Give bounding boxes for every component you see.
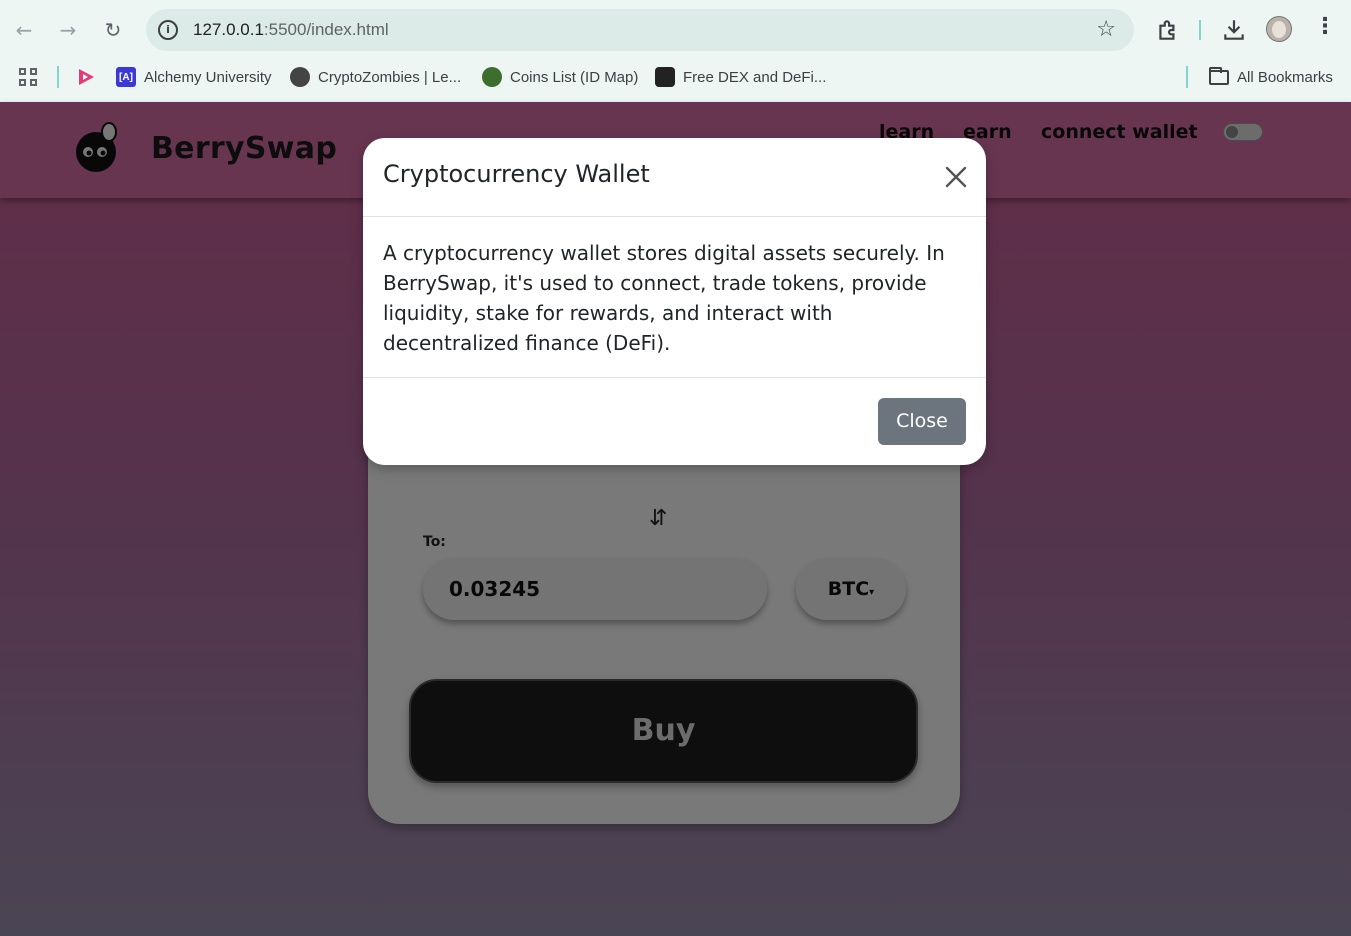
url-path: :5500/index.html: [263, 20, 389, 39]
play-icon: [79, 69, 94, 85]
modal-title: Cryptocurrency Wallet: [383, 160, 650, 188]
bookmark-coins-list[interactable]: Coins List (ID Map): [482, 66, 638, 88]
bookmark-label: Free DEX and DeFi...: [683, 68, 827, 86]
dex-icon: [655, 67, 675, 87]
apps-grid-icon[interactable]: [19, 68, 37, 86]
modal-footer: Close: [363, 377, 986, 465]
profile-avatar[interactable]: [1266, 16, 1292, 42]
site-info-icon[interactable]: i: [158, 20, 178, 40]
bookmark-alchemy[interactable]: [A] Alchemy University: [116, 66, 272, 88]
alchemy-icon: [A]: [116, 67, 136, 87]
folder-icon: [1209, 66, 1229, 85]
bookmarks-divider: [1186, 66, 1188, 88]
all-bookmarks[interactable]: All Bookmarks: [1209, 66, 1333, 88]
bookmark-play[interactable]: [76, 66, 96, 88]
bookmark-label: Coins List (ID Map): [510, 68, 639, 86]
wallet-info-modal: Cryptocurrency Wallet A cryptocurrency w…: [363, 138, 986, 465]
coingecko-icon: [482, 67, 502, 87]
modal-header: Cryptocurrency Wallet: [363, 138, 986, 217]
back-icon[interactable]: ←: [10, 16, 38, 44]
bookmark-label: Alchemy University: [144, 68, 272, 86]
url-host: 127.0.0.1: [193, 20, 264, 39]
bookmarks-divider: [57, 66, 59, 88]
toolbar-divider: [1199, 20, 1201, 40]
address-bar[interactable]: i 127.0.0.1:5500/index.html ☆: [146, 9, 1134, 51]
bookmark-cryptozombies[interactable]: CryptoZombies | Le...: [290, 66, 461, 88]
all-bookmarks-label: All Bookmarks: [1237, 68, 1333, 86]
forward-icon[interactable]: →: [54, 16, 82, 44]
bookmark-star-icon[interactable]: ☆: [1096, 17, 1116, 42]
close-button[interactable]: Close: [878, 398, 966, 445]
modal-body-text: A cryptocurrency wallet stores digital a…: [383, 241, 945, 355]
url-text[interactable]: 127.0.0.1:5500/index.html: [193, 20, 389, 40]
download-icon[interactable]: [1221, 17, 1247, 43]
browser-chrome: ← → ↻ i 127.0.0.1:5500/index.html ☆ ⋮ [A…: [0, 0, 1351, 102]
close-icon[interactable]: [943, 164, 969, 190]
bookmarks-bar: [A] Alchemy University CryptoZombies | L…: [0, 60, 1351, 94]
bookmark-label: CryptoZombies | Le...: [318, 68, 462, 86]
bookmark-free-dex[interactable]: Free DEX and DeFi...: [655, 66, 826, 88]
reload-icon[interactable]: ↻: [99, 16, 127, 44]
menu-kebab-icon[interactable]: ⋮: [1314, 14, 1336, 39]
extensions-icon[interactable]: [1155, 17, 1181, 43]
globe-icon: [290, 67, 310, 87]
